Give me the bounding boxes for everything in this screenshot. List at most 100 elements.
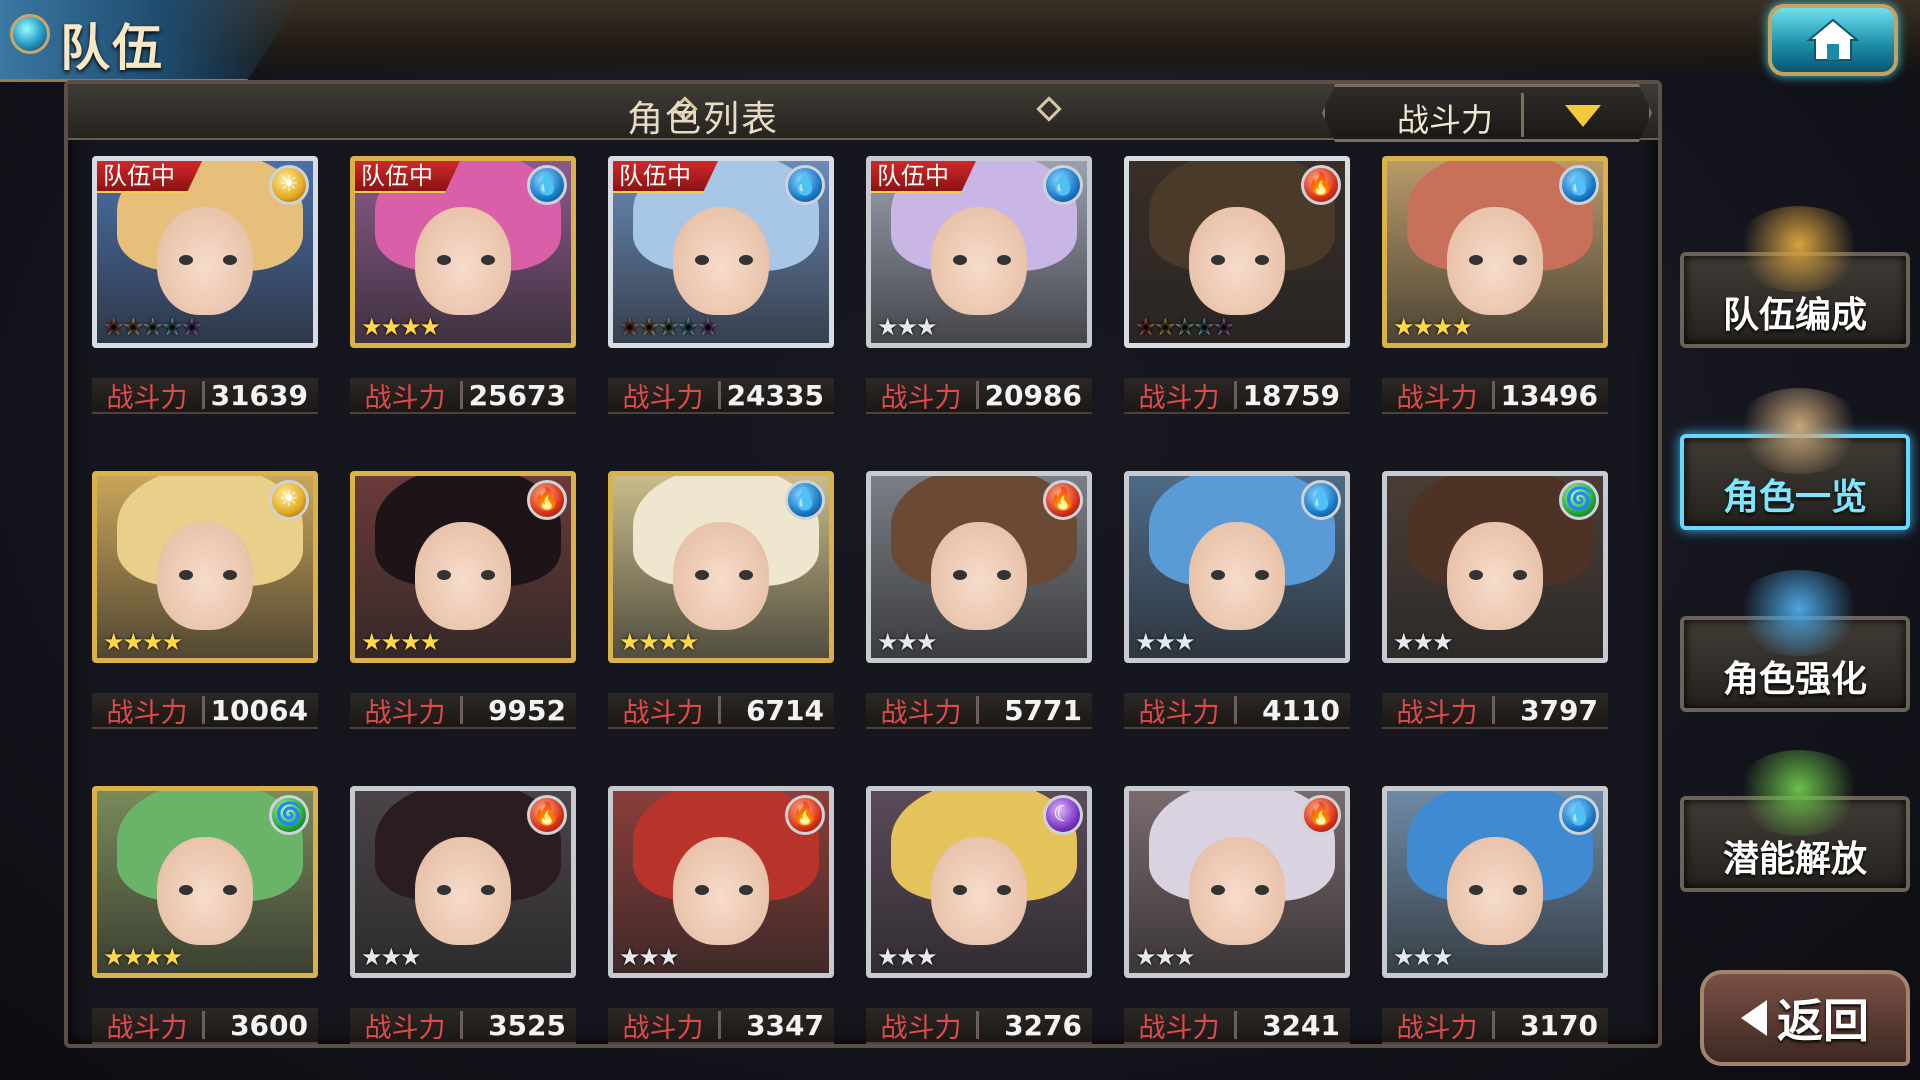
character-card[interactable]: 💧 ★★★ 战斗力 3170 <box>1382 786 1608 1080</box>
character-card[interactable]: 🔥 ★★★ 战斗力 3525 <box>350 786 576 1080</box>
character-eye <box>481 255 495 265</box>
character-card[interactable]: 队伍中 💧 ★★★★ 战斗力 25673 <box>350 156 576 456</box>
power-value: 4110 <box>1262 693 1340 727</box>
fire-element-icon: 🔥 <box>527 480 567 520</box>
character-card[interactable]: 队伍中 💧 ★★★★★ 战斗力 24335 <box>608 156 834 456</box>
power-plate: 战斗力 3600 <box>92 1008 318 1044</box>
character-face <box>415 522 511 630</box>
character-face <box>1447 522 1543 630</box>
character-eye <box>223 255 237 265</box>
power-value: 9952 <box>488 693 566 727</box>
character-card[interactable]: 队伍中 ☀ ★★★★★ 战斗力 31639 <box>92 156 318 456</box>
character-card[interactable]: 🔥 ★★★★★ 战斗力 18759 <box>1124 156 1350 456</box>
power-label: 战斗力 <box>1396 382 1478 414</box>
star-rating: ★★★★ <box>619 628 699 656</box>
character-portrait[interactable]: 队伍中 💧 ★★★★★ <box>608 156 834 348</box>
character-portrait[interactable]: 🔥 ★★★ <box>1124 786 1350 978</box>
character-list-panel: 角色列表 战斗力 队伍中 ☀ ★★★★★ 战斗力 31639 队伍中 💧 ★★★★ 战斗力 256… <box>64 80 1662 1048</box>
power-label: 战斗力 <box>880 697 962 729</box>
power-plate: 战斗力 20986 <box>866 378 1092 414</box>
character-face <box>673 207 769 315</box>
character-portrait[interactable]: 💧 ★★★ <box>1124 471 1350 663</box>
character-portrait[interactable]: 🔥 ★★★★★ <box>1124 156 1350 348</box>
power-plate: 战斗力 5771 <box>866 693 1092 729</box>
character-face <box>1447 837 1543 945</box>
character-card[interactable]: 🔥 ★★★ 战斗力 3347 <box>608 786 834 1080</box>
chevron-down-icon[interactable] <box>1565 105 1601 127</box>
power-label: 战斗力 <box>364 697 446 729</box>
character-card[interactable]: 🔥 ★★★ 战斗力 5771 <box>866 471 1092 771</box>
character-eye <box>1255 255 1269 265</box>
sort-dropdown[interactable]: 战斗力 <box>1322 84 1652 142</box>
back-button[interactable]: 返回 <box>1700 970 1910 1066</box>
dark-element-icon: ☾ <box>1043 795 1083 835</box>
fire-element-icon: 🔥 <box>1301 165 1341 205</box>
in-team-badge: 队伍中 <box>97 161 203 193</box>
character-grid: 队伍中 ☀ ★★★★★ 战斗力 31639 队伍中 💧 ★★★★ 战斗力 25673 队伍中 💧 ★★★… <box>92 156 1642 1044</box>
character-eye <box>695 255 709 265</box>
power-plate: 战斗力 3170 <box>1382 1008 1608 1044</box>
power-label: 战斗力 <box>364 382 446 414</box>
power-plate: 战斗力 31639 <box>92 378 318 414</box>
character-eye <box>481 570 495 580</box>
character-face <box>673 837 769 945</box>
character-card[interactable]: 🌀 ★★★★ 战斗力 3600 <box>92 786 318 1080</box>
character-portrait[interactable]: 🔥 ★★★★ <box>350 471 576 663</box>
fire-element-icon: 🔥 <box>1043 480 1083 520</box>
power-plate: 战斗力 6714 <box>608 693 834 729</box>
power-value: 24335 <box>726 378 824 412</box>
character-face <box>1189 837 1285 945</box>
side-button-label: 队伍编成 <box>1722 295 1867 336</box>
character-card[interactable]: 💧 ★★★★ 战斗力 13496 <box>1382 156 1608 456</box>
fire-element-icon: 🔥 <box>1301 795 1341 835</box>
character-portrait[interactable]: 💧 ★★★ <box>1382 786 1608 978</box>
water-element-icon: 💧 <box>1301 480 1341 520</box>
character-card[interactable]: 🌀 ★★★ 战斗力 3797 <box>1382 471 1608 771</box>
home-icon <box>1807 18 1859 61</box>
character-list-button[interactable]: 角色一览 <box>1680 388 1910 530</box>
character-portrait[interactable]: 🔥 ★★★ <box>866 471 1092 663</box>
water-element-icon: 💧 <box>1559 795 1599 835</box>
team-formation-button[interactable]: 队伍编成 <box>1680 206 1910 348</box>
character-portrait[interactable]: 队伍中 ☀ ★★★★★ <box>92 156 318 348</box>
character-card[interactable]: ☀ ★★★★ 战斗力 10064 <box>92 471 318 771</box>
character-eye <box>223 885 237 895</box>
character-portrait[interactable]: 🌀 ★★★★ <box>92 786 318 978</box>
character-portrait[interactable]: 🔥 ★★★ <box>350 786 576 978</box>
home-button[interactable] <box>1768 4 1898 76</box>
character-portrait[interactable]: ☾ ★★★ <box>866 786 1092 978</box>
star-rating: ★★★ <box>619 943 680 971</box>
sort-label: 战斗力 <box>1396 101 1493 139</box>
character-portrait[interactable]: 💧 ★★★★ <box>1382 156 1608 348</box>
star-rating: ★★★★★ <box>103 313 203 341</box>
character-portrait[interactable]: 💧 ★★★★ <box>608 471 834 663</box>
character-portrait[interactable]: 🔥 ★★★ <box>608 786 834 978</box>
star-rating: ★★★ <box>877 628 938 656</box>
star-rating: ★★★★ <box>103 628 183 656</box>
in-team-badge: 队伍中 <box>355 161 461 193</box>
light-element-icon: ☀ <box>269 480 309 520</box>
star-rating: ★★★ <box>1393 943 1454 971</box>
star-rating: ★★★★ <box>1393 313 1473 341</box>
power-plate: 战斗力 3525 <box>350 1008 576 1044</box>
fire-element-icon: 🔥 <box>785 795 825 835</box>
character-portrait[interactable]: ☀ ★★★★ <box>92 471 318 663</box>
power-value: 3347 <box>746 1008 824 1042</box>
character-card[interactable]: 💧 ★★★ 战斗力 4110 <box>1124 471 1350 771</box>
character-card[interactable]: 🔥 ★★★ 战斗力 3241 <box>1124 786 1350 1080</box>
character-enhance-button[interactable]: 角色强化 <box>1680 570 1910 712</box>
character-portrait[interactable]: 🌀 ★★★ <box>1382 471 1608 663</box>
star-rating: ★★★★ <box>361 313 441 341</box>
character-portrait[interactable]: 队伍中 💧 ★★★ <box>866 156 1092 348</box>
character-card[interactable]: 💧 ★★★★ 战斗力 6714 <box>608 471 834 771</box>
character-face <box>931 207 1027 315</box>
character-card[interactable]: 队伍中 💧 ★★★ 战斗力 20986 <box>866 156 1092 456</box>
star-rating: ★★★ <box>877 313 938 341</box>
character-portrait[interactable]: 队伍中 💧 ★★★★ <box>350 156 576 348</box>
star-rating: ★★★★★ <box>619 313 719 341</box>
power-value: 3525 <box>488 1008 566 1042</box>
character-card[interactable]: 🔥 ★★★★ 战斗力 9952 <box>350 471 576 771</box>
character-card[interactable]: ☾ ★★★ 战斗力 3276 <box>866 786 1092 1080</box>
potential-unlock-button[interactable]: 潜能解放 <box>1680 750 1910 892</box>
power-plate: 战斗力 25673 <box>350 378 576 414</box>
